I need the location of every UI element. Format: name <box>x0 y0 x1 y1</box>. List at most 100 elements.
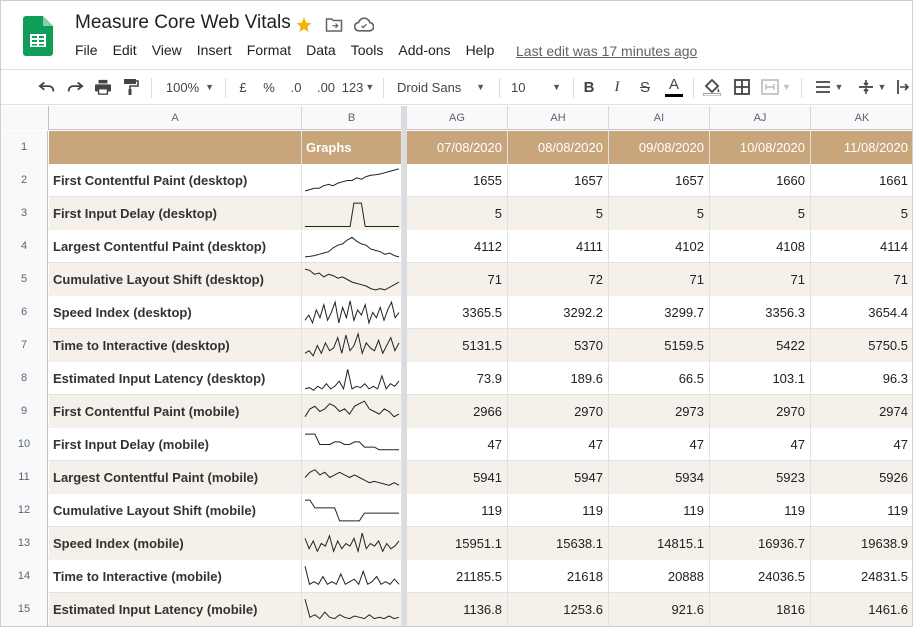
value-cell[interactable]: 1253.6 <box>508 593 609 626</box>
value-cell[interactable]: 1660 <box>710 164 811 197</box>
row-number[interactable]: 6 <box>1 296 48 329</box>
select-all-corner[interactable] <box>1 106 49 130</box>
value-cell[interactable]: 5941 <box>407 461 508 494</box>
decrease-decimal-button[interactable]: .0 <box>284 70 308 104</box>
column-header-ag[interactable]: AG <box>407 106 508 130</box>
value-cell[interactable]: 2970 <box>508 395 609 428</box>
metric-label-cell[interactable]: First Input Delay (desktop) <box>49 197 302 230</box>
row-number[interactable]: 4 <box>1 230 48 263</box>
value-cell[interactable]: 5750.5 <box>811 329 912 362</box>
value-cell[interactable]: 1657 <box>508 164 609 197</box>
sheets-logo-icon[interactable] <box>23 16 53 56</box>
row-number[interactable]: 13 <box>1 527 48 560</box>
value-cell[interactable]: 14815.1 <box>609 527 710 560</box>
text-wrap-icon[interactable] <box>893 70 912 104</box>
column-header-a[interactable]: A <box>49 106 302 130</box>
frozen-column-divider[interactable] <box>402 106 407 626</box>
value-cell[interactable]: 5 <box>508 197 609 230</box>
increase-decimal-button[interactable]: .00 <box>312 70 340 104</box>
value-cell[interactable]: 4112 <box>407 230 508 263</box>
bold-icon[interactable]: B <box>579 70 599 104</box>
redo-icon[interactable] <box>63 70 87 104</box>
column-header-ai[interactable]: AI <box>609 106 710 130</box>
metric-label-cell[interactable]: Largest Contentful Paint (mobile) <box>49 461 302 494</box>
row-number[interactable]: 14 <box>1 560 48 593</box>
value-cell[interactable]: 1461.6 <box>811 593 912 626</box>
date-header-cell[interactable]: 08/08/2020 <box>508 131 609 164</box>
value-cell[interactable]: 921.6 <box>609 593 710 626</box>
value-cell[interactable]: 3365.5 <box>407 296 508 329</box>
value-cell[interactable]: 73.9 <box>407 362 508 395</box>
menu-view[interactable]: View <box>152 42 182 58</box>
date-header-cell[interactable]: 11/08/2020 <box>811 131 912 164</box>
value-cell[interactable]: 3292.2 <box>508 296 609 329</box>
value-cell[interactable]: 119 <box>710 494 811 527</box>
row-number[interactable]: 8 <box>1 362 48 395</box>
star-icon[interactable] <box>293 15 315 35</box>
undo-icon[interactable] <box>35 70 59 104</box>
column-header-b[interactable]: B <box>302 106 402 130</box>
sparkline-cell[interactable] <box>302 164 402 197</box>
value-cell[interactable]: 15638.1 <box>508 527 609 560</box>
last-edit-link[interactable]: Last edit was 17 minutes ago <box>516 43 697 59</box>
value-cell[interactable]: 2974 <box>811 395 912 428</box>
zoom-select[interactable]: 100% ▼ <box>161 70 219 104</box>
horizontal-align-icon[interactable]: ▼ <box>809 70 849 104</box>
sparkline-cell[interactable] <box>302 197 402 230</box>
vertical-align-icon[interactable]: ▼ <box>853 70 891 104</box>
move-folder-icon[interactable] <box>323 15 345 35</box>
row-number[interactable]: 12 <box>1 494 48 527</box>
italic-icon[interactable]: I <box>607 70 627 104</box>
menu-format[interactable]: Format <box>247 42 291 58</box>
font-size-select[interactable]: 10 ▼ <box>507 70 565 104</box>
value-cell[interactable]: 5 <box>811 197 912 230</box>
value-cell[interactable]: 5947 <box>508 461 609 494</box>
value-cell[interactable]: 71 <box>407 263 508 296</box>
value-cell[interactable]: 5 <box>710 197 811 230</box>
value-cell[interactable]: 47 <box>609 428 710 461</box>
sparkline-cell[interactable] <box>302 428 402 461</box>
value-cell[interactable]: 47 <box>811 428 912 461</box>
value-cell[interactable]: 4102 <box>609 230 710 263</box>
print-icon[interactable] <box>91 70 115 104</box>
row-number[interactable]: 1 <box>1 131 48 164</box>
value-cell[interactable]: 4114 <box>811 230 912 263</box>
metric-label-cell[interactable]: Largest Contentful Paint (desktop) <box>49 230 302 263</box>
column-header-aj[interactable]: AJ <box>710 106 811 130</box>
percent-format-button[interactable]: % <box>259 70 279 104</box>
value-cell[interactable]: 16936.7 <box>710 527 811 560</box>
fill-color-icon[interactable] <box>701 70 723 104</box>
value-cell[interactable]: 1657 <box>609 164 710 197</box>
value-cell[interactable]: 5923 <box>710 461 811 494</box>
more-formats-button[interactable]: 123 ▼ <box>341 70 375 104</box>
row-number[interactable]: 5 <box>1 263 48 296</box>
menu-edit[interactable]: Edit <box>113 42 137 58</box>
value-cell[interactable]: 47 <box>710 428 811 461</box>
metric-label-cell[interactable]: First Contentful Paint (desktop) <box>49 164 302 197</box>
text-color-icon[interactable]: A <box>663 70 685 104</box>
date-header-cell[interactable]: 10/08/2020 <box>710 131 811 164</box>
metric-label-cell[interactable]: Estimated Input Latency (desktop) <box>49 362 302 395</box>
menu-insert[interactable]: Insert <box>197 42 232 58</box>
value-cell[interactable]: 3356.3 <box>710 296 811 329</box>
value-cell[interactable]: 2970 <box>710 395 811 428</box>
value-cell[interactable]: 119 <box>609 494 710 527</box>
row-number[interactable]: 11 <box>1 461 48 494</box>
value-cell[interactable]: 5926 <box>811 461 912 494</box>
metric-label-cell[interactable]: Cumulative Layout Shift (mobile) <box>49 494 302 527</box>
value-cell[interactable]: 5159.5 <box>609 329 710 362</box>
paint-format-icon[interactable] <box>119 70 143 104</box>
font-family-select[interactable]: Droid Sans ▼ <box>393 70 489 104</box>
value-cell[interactable]: 71 <box>811 263 912 296</box>
column-header-ak[interactable]: AK <box>811 106 912 130</box>
value-cell[interactable]: 119 <box>811 494 912 527</box>
metric-label-cell[interactable]: Estimated Input Latency (mobile) <box>49 593 302 626</box>
value-cell[interactable]: 96.3 <box>811 362 912 395</box>
value-cell[interactable]: 71 <box>609 263 710 296</box>
merge-cells-icon[interactable]: ▼ <box>759 70 793 104</box>
value-cell[interactable]: 47 <box>407 428 508 461</box>
value-cell[interactable]: 5131.5 <box>407 329 508 362</box>
value-cell[interactable]: 24831.5 <box>811 560 912 593</box>
value-cell[interactable]: 5 <box>609 197 710 230</box>
column-header-ah[interactable]: AH <box>508 106 609 130</box>
